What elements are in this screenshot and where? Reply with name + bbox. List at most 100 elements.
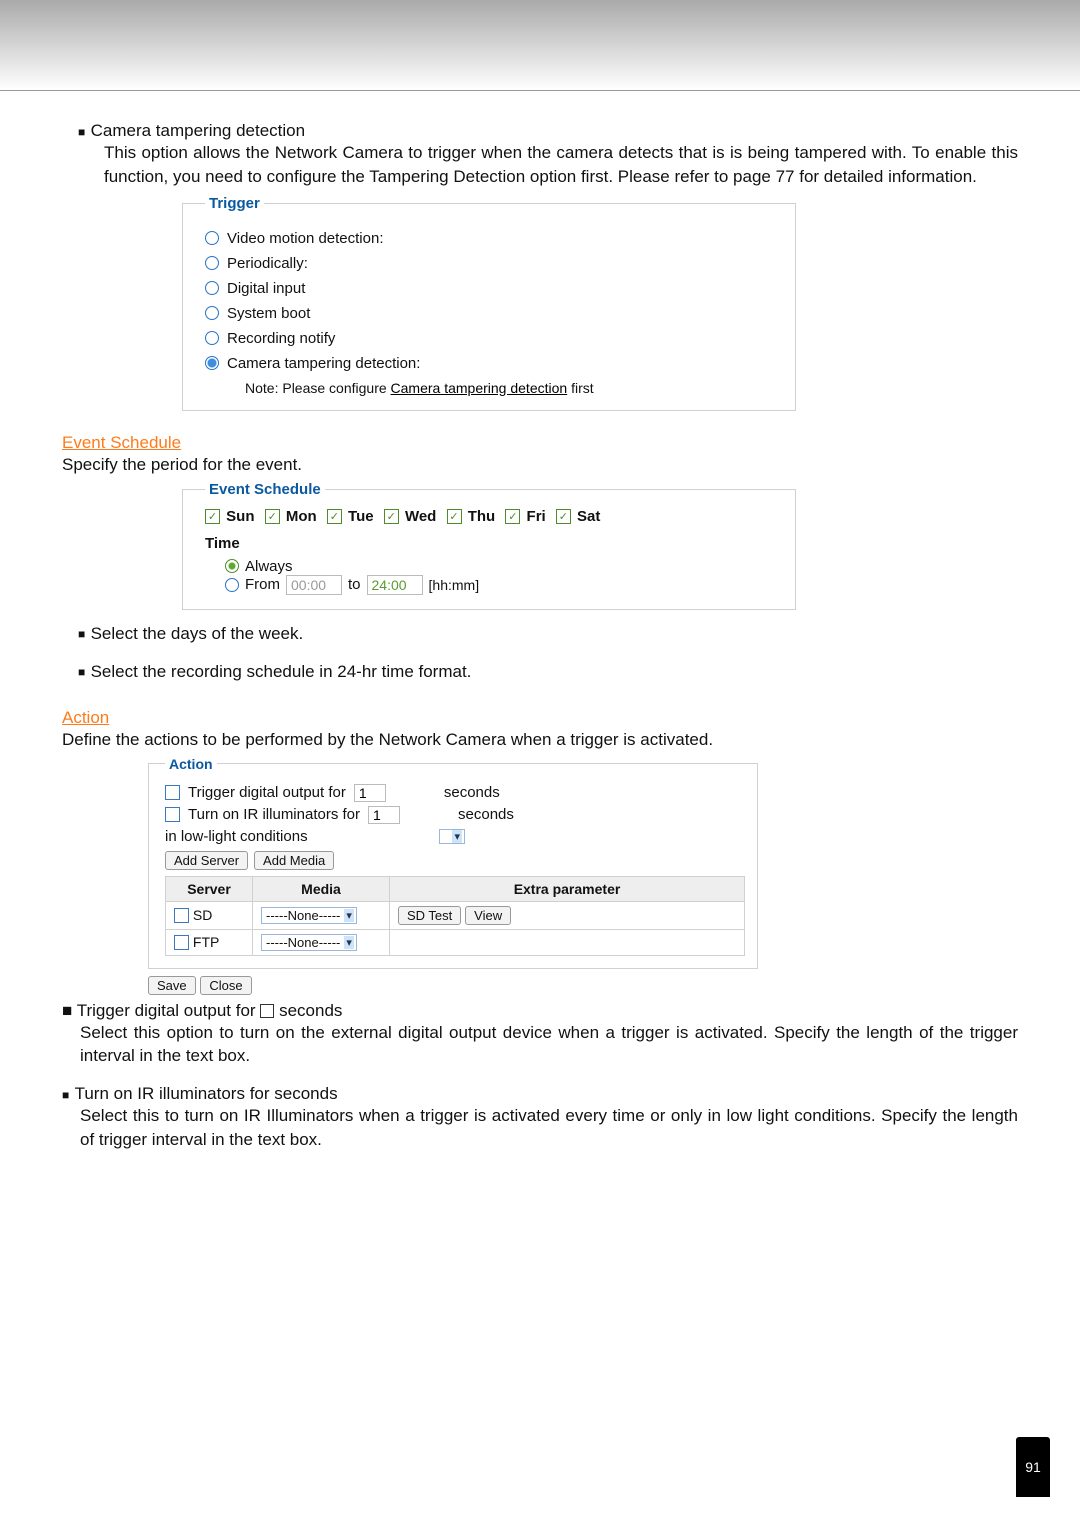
to-label: to (348, 576, 361, 593)
time-option-always[interactable]: Always (225, 558, 781, 575)
checkbox-mon[interactable] (265, 509, 280, 524)
trigger-option-video[interactable]: Video motion detection: (205, 230, 781, 247)
day-label: Wed (405, 508, 436, 525)
row-server-label: SD (193, 907, 212, 923)
radio-icon (225, 578, 239, 592)
intro-body: This option allows the Network Camera to… (104, 141, 1018, 189)
trigger-option-label: Camera tampering detection: (227, 355, 420, 372)
from-label: From (245, 576, 280, 593)
save-button[interactable]: Save (148, 976, 196, 995)
checkbox-thu[interactable] (447, 509, 462, 524)
checkbox-fri[interactable] (505, 509, 520, 524)
note-suffix: first (567, 380, 593, 396)
tampering-config-link[interactable]: Camera tampering detection (391, 380, 568, 396)
radio-icon (205, 331, 219, 345)
table-row: FTP -----None----- ▾ (166, 929, 745, 955)
chevron-down-icon: ▾ (452, 830, 462, 843)
trigger-option-label: Periodically: (227, 255, 308, 272)
trigger-option-system-boot[interactable]: System boot (205, 305, 781, 322)
action-fieldset: Action Trigger digital output for second… (148, 756, 758, 969)
th-server: Server (166, 876, 253, 901)
trigger-option-label: Video motion detection: (227, 230, 384, 247)
schedule-legend: Event Schedule (205, 481, 325, 498)
ir-seconds-input[interactable] (368, 806, 400, 824)
page-number-badge: 91 (1016, 1437, 1050, 1497)
page-content: Camera tampering detection This option a… (0, 91, 1080, 1186)
action-legend: Action (165, 756, 217, 772)
trigger-option-label: System boot (227, 305, 310, 322)
table-row: SD -----None----- ▾ SD Test View (166, 901, 745, 929)
to-time-input[interactable] (367, 575, 423, 595)
header-gradient (0, 0, 1080, 91)
day-label: Thu (468, 508, 496, 525)
action-heading-link[interactable]: Action (62, 708, 109, 728)
schedule-fieldset: Event Schedule Sun Mon Tue Wed Thu Fri S… (182, 481, 796, 610)
day-label: Sun (226, 508, 254, 525)
bullet-ir-title: Turn on IR illuminators for seconds (62, 1084, 338, 1103)
bullet-select-days: Select the days of the week. (78, 624, 303, 643)
checkbox-wed[interactable] (384, 509, 399, 524)
media-select-sd[interactable]: -----None----- ▾ (261, 907, 357, 924)
radio-icon (205, 306, 219, 320)
intro-title: Camera tampering detection (78, 121, 305, 140)
trigger-option-label: Recording notify (227, 330, 335, 347)
lowlight-select[interactable]: ▾ (439, 829, 465, 844)
radio-icon-selected (205, 356, 219, 370)
ir-lowlight-label: in low-light conditions (165, 828, 308, 845)
bullet-text-pre: Trigger digital output for (77, 1001, 256, 1020)
table-header-row: Server Media Extra parameter (166, 876, 745, 901)
day-label: Mon (286, 508, 317, 525)
bullet-text-post: seconds (279, 1001, 342, 1020)
bullet-ir-body: Select this to turn on IR Illuminators w… (80, 1104, 1018, 1152)
digital-output-seconds-input[interactable] (354, 784, 386, 802)
schedule-intro: Specify the period for the event. (62, 455, 1018, 475)
schedule-days-row: Sun Mon Tue Wed Thu Fri Sat (205, 508, 781, 525)
radio-icon-selected (225, 559, 239, 573)
bullet-digital-output-body: Select this option to turn on the extern… (80, 1021, 1018, 1069)
placeholder-square-icon (260, 1004, 274, 1018)
checkbox-sun[interactable] (205, 509, 220, 524)
trigger-option-recording-notify[interactable]: Recording notify (205, 330, 781, 347)
trigger-option-label: Digital input (227, 280, 305, 297)
time-option-from-to[interactable]: From to [hh:mm] (225, 575, 781, 595)
sd-test-button[interactable]: SD Test (398, 906, 461, 925)
note-prefix: Note: Please configure (245, 380, 391, 396)
digital-output-label-post: seconds (444, 784, 500, 801)
media-select-ftp[interactable]: -----None----- ▾ (261, 934, 357, 951)
row-server-label: FTP (193, 934, 219, 950)
server-media-table: Server Media Extra parameter SD ----- (165, 876, 745, 956)
th-extra: Extra parameter (390, 876, 745, 901)
checkbox-ir[interactable] (165, 807, 180, 822)
trigger-option-digital-input[interactable]: Digital input (205, 280, 781, 297)
checkbox-sd[interactable] (174, 908, 189, 923)
close-button[interactable]: Close (200, 976, 251, 995)
event-schedule-heading-link[interactable]: Event Schedule (62, 433, 181, 453)
trigger-option-tampering[interactable]: Camera tampering detection: (205, 355, 781, 372)
select-value: -----None----- (266, 908, 340, 923)
trigger-option-periodically[interactable]: Periodically: (205, 255, 781, 272)
add-server-button[interactable]: Add Server (165, 851, 248, 870)
add-media-button[interactable]: Add Media (254, 851, 334, 870)
checkbox-digital-output[interactable] (165, 785, 180, 800)
time-format-hint: [hh:mm] (429, 577, 480, 593)
trigger-fieldset: Trigger Video motion detection: Periodic… (182, 195, 796, 411)
day-label: Sat (577, 508, 600, 525)
checkbox-ftp[interactable] (174, 935, 189, 950)
bullet-digital-output-title: ■ Trigger digital output for seconds (62, 1001, 342, 1020)
checkbox-tue[interactable] (327, 509, 342, 524)
checkbox-sat[interactable] (556, 509, 571, 524)
ir-label-post: seconds (458, 806, 514, 823)
ir-label-pre: Turn on IR illuminators for (188, 806, 360, 823)
chevron-down-icon: ▾ (344, 909, 354, 922)
time-subhead: Time (205, 535, 781, 552)
radio-icon (205, 231, 219, 245)
bullet-select-format: Select the recording schedule in 24-hr t… (78, 662, 471, 681)
radio-icon (205, 281, 219, 295)
radio-icon (205, 256, 219, 270)
view-button[interactable]: View (465, 906, 511, 925)
digital-output-label-pre: Trigger digital output for (188, 784, 346, 801)
from-time-input[interactable] (286, 575, 342, 595)
action-intro: Define the actions to be performed by th… (62, 730, 1018, 750)
trigger-note: Note: Please configure Camera tampering … (245, 380, 781, 396)
trigger-legend: Trigger (205, 195, 264, 212)
